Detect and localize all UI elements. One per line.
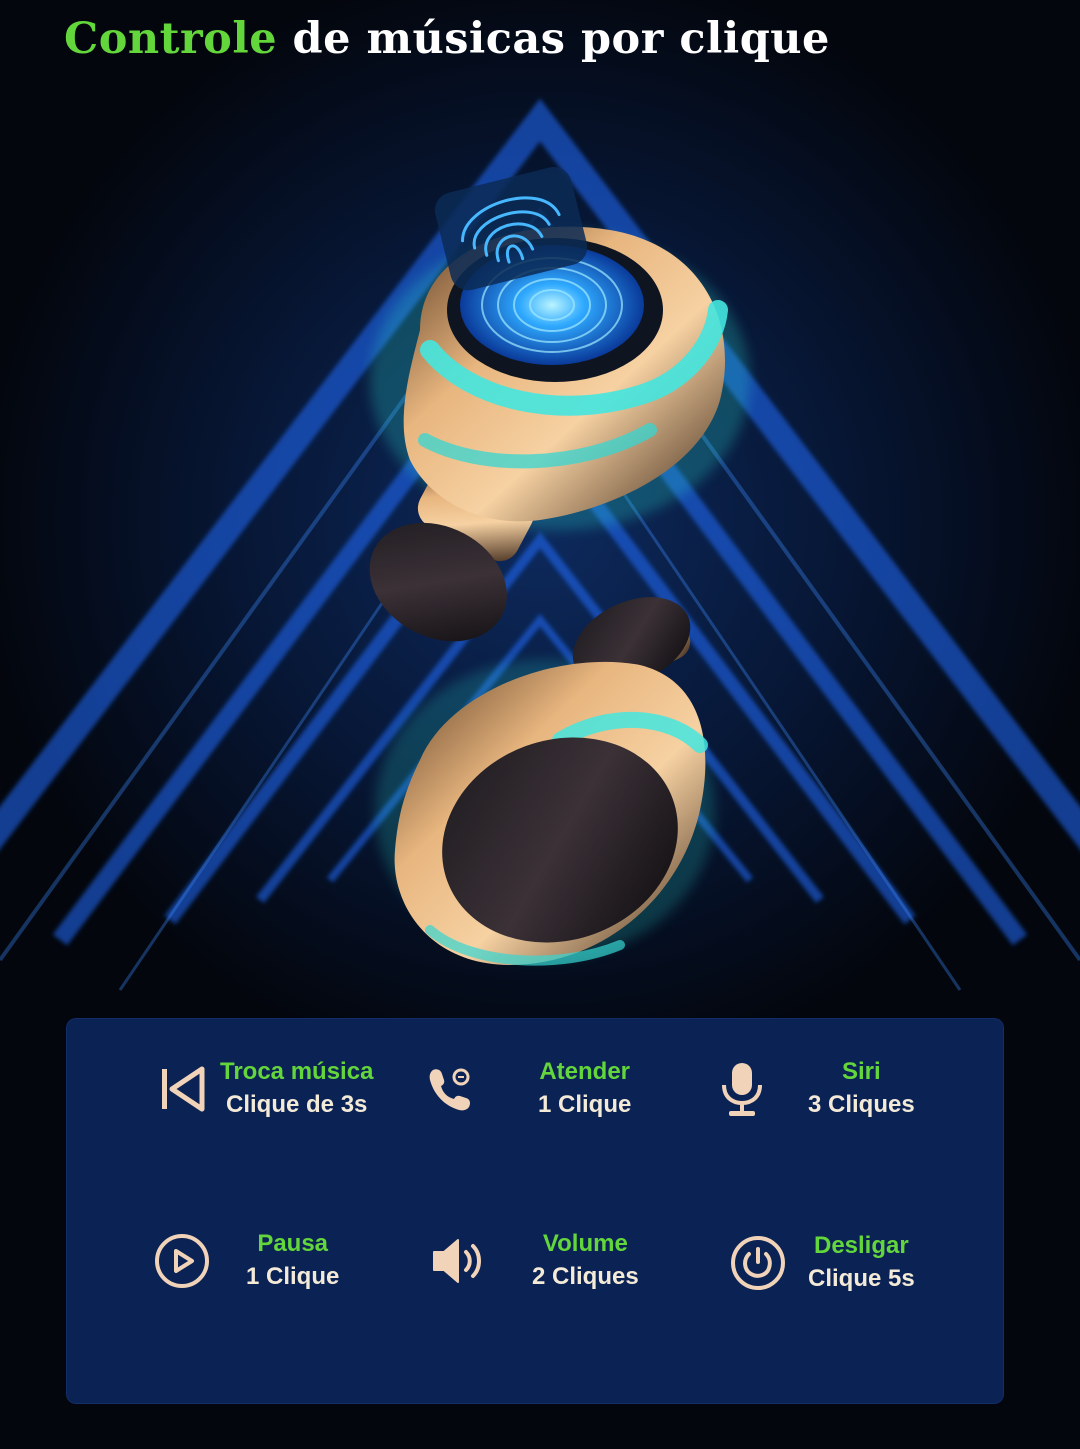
control-label: Atender [539, 1058, 631, 1085]
control-item-siri: Siri 3 Cliques [712, 1056, 915, 1122]
microphone-icon [712, 1059, 772, 1119]
control-label: Troca música [220, 1058, 374, 1085]
play-pause-icon [152, 1231, 212, 1291]
control-value: Clique 5s [808, 1265, 915, 1292]
product-scene: Controle de músicas por clique Troca mús… [0, 0, 1080, 1449]
title-accent: Controle [64, 14, 278, 64]
control-value: Clique de 3s [226, 1091, 368, 1118]
power-icon [728, 1233, 788, 1293]
control-value: 1 Clique [538, 1091, 632, 1118]
control-label: Volume [542, 1230, 628, 1257]
control-value: 1 Clique [246, 1263, 340, 1290]
controls-panel: Troca música Clique de 3s Atender 1 Cliq… [66, 1018, 1004, 1404]
control-item-troca-musica: Troca música Clique de 3s [152, 1056, 373, 1122]
speaker-volume-icon [428, 1231, 488, 1291]
control-label: Siri [842, 1058, 881, 1085]
control-label: Desligar [813, 1232, 909, 1259]
control-item-volume: Volume 2 Cliques [428, 1228, 639, 1294]
skip-previous-icon [152, 1059, 212, 1119]
control-label: Pausa [257, 1230, 329, 1257]
control-value: 3 Cliques [808, 1091, 915, 1118]
control-value: 2 Cliques [532, 1263, 639, 1290]
control-item-pausa: Pausa 1 Clique [152, 1228, 339, 1294]
page-title: Controle de músicas por clique [64, 14, 830, 64]
control-item-desligar: Desligar Clique 5s [728, 1230, 915, 1296]
phone-call-icon [420, 1059, 480, 1119]
title-rest: de músicas por clique [292, 14, 830, 64]
control-item-atender: Atender 1 Clique [420, 1056, 631, 1122]
